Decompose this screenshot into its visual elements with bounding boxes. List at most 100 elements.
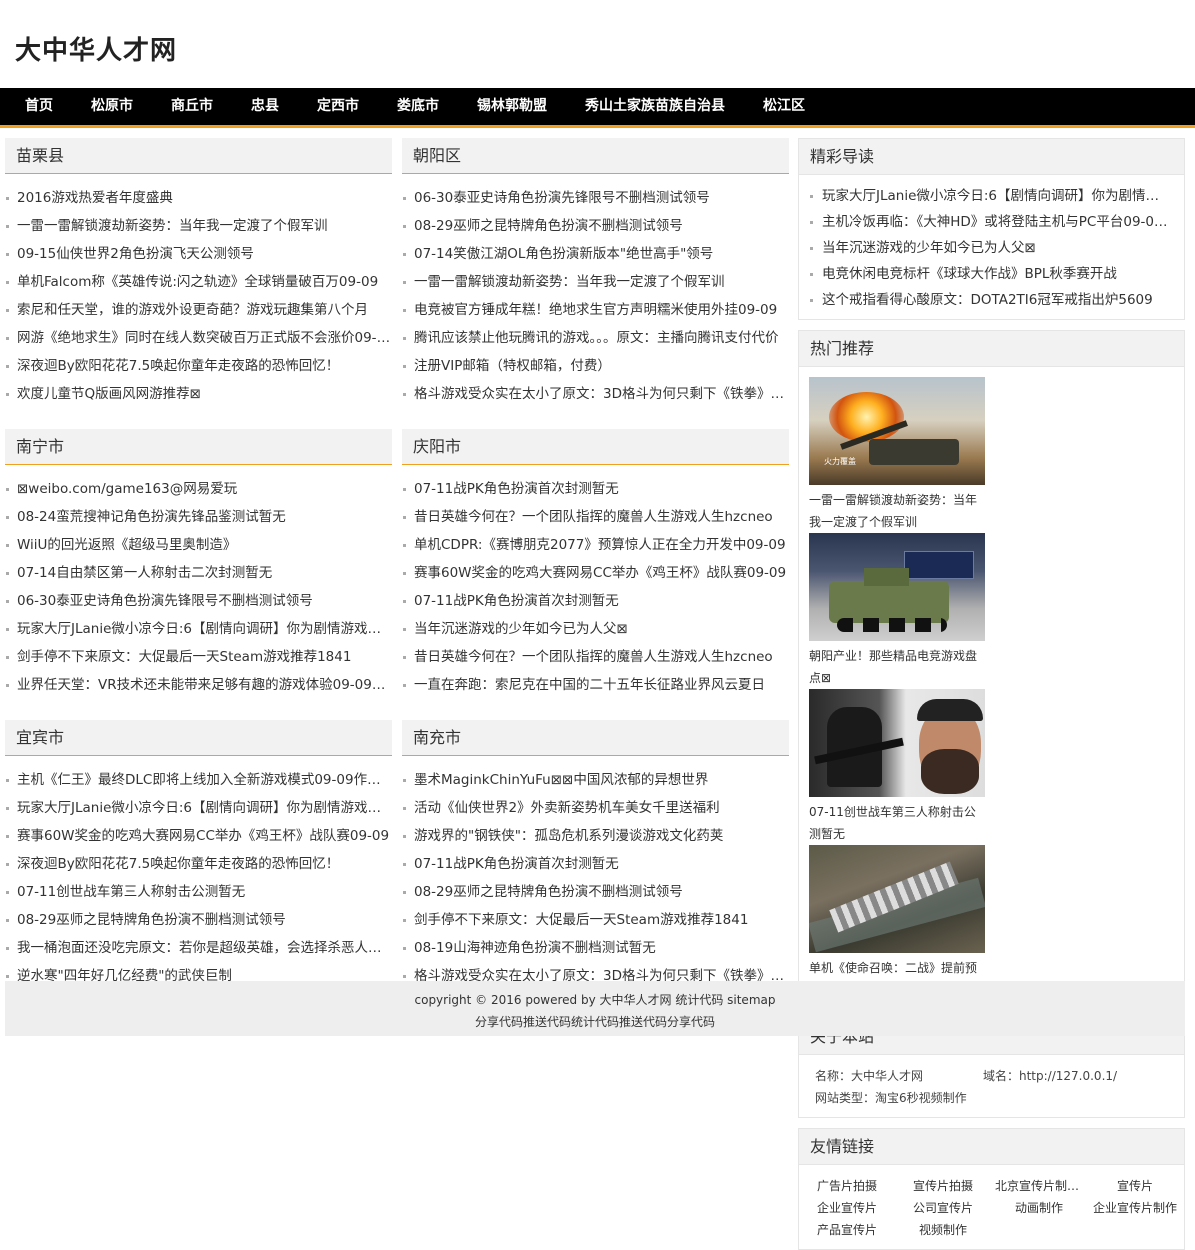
friend-link[interactable]: 视频制作 <box>895 1219 991 1241</box>
news-item[interactable]: 07-14自由禁区第一人称射击二次封测暂无 <box>5 559 392 587</box>
nav-link-shangqiu[interactable]: 商丘市 <box>152 88 232 125</box>
news-item[interactable]: 07-11战PK角色扮演首次封测暂无 <box>402 587 789 615</box>
news-item[interactable]: 07-11战PK角色扮演首次封测暂无 <box>402 850 789 878</box>
friend-link[interactable]: 企业宣传片制作 <box>1087 1197 1183 1219</box>
friend-link[interactable]: 宣传片 <box>1087 1175 1183 1197</box>
section-title[interactable]: 苗栗县 <box>5 138 392 174</box>
armored-vehicle-image[interactable] <box>809 533 985 641</box>
news-item[interactable]: 07-11战PK角色扮演首次封测暂无 <box>402 475 789 503</box>
hot-item[interactable]: 朝阳产业！那些精品电竞游戏盘点⊠ <box>809 533 985 685</box>
nav-link-xilinguole[interactable]: 锡林郭勒盟 <box>458 88 566 125</box>
news-item[interactable]: 索尼和任天堂，谁的游戏外设更奇葩？游戏玩趣集第八个月 <box>5 296 392 324</box>
news-item[interactable]: 注册VIP邮箱（特权邮箱，付费） <box>402 352 789 380</box>
guide-box: 精彩导读 玩家大厅JLanie微小凉今日:6【剧情向调研】你为剧情游戏买单吗 主… <box>798 138 1185 320</box>
artillery-image[interactable]: 火力覆盖 <box>809 377 985 485</box>
soldier-portrait-image[interactable] <box>809 689 985 797</box>
news-item[interactable]: 06-30泰亚史诗角色扮演先锋限号不删档测试领号 <box>5 587 392 615</box>
news-item[interactable]: 一雷一雷解锁渡劫新姿势：当年我一定渡了个假军训 <box>402 268 789 296</box>
section-title[interactable]: 宜宾市 <box>5 720 392 756</box>
news-item[interactable]: 欢度儿童节Q版画风网游推荐⊠ <box>5 380 392 408</box>
news-item[interactable]: WiiU的回光返照《超级马里奥制造》 <box>5 531 392 559</box>
news-item[interactable]: 格斗游戏受众实在太小了原文：3D格斗为何只剩下《铁拳》系列 <box>402 380 789 408</box>
news-item[interactable]: 游戏界的"钢铁侠"：孤岛危机系列漫谈游戏文化药荚 <box>402 822 789 850</box>
box-title: 友情链接 <box>810 1137 875 1156</box>
news-item[interactable]: 活动《仙侠世界2》外卖新姿势机车美女千里送福利 <box>402 794 789 822</box>
news-item[interactable]: 玩家大厅JLanie微小凉今日:6【剧情向调研】你为剧情游戏买单吗 <box>5 615 392 643</box>
news-item[interactable]: 赛事60W奖金的吃鸡大赛网易CC举办《鸡王杯》战队赛09-09 <box>402 559 789 587</box>
news-item[interactable]: 深夜迴By欧阳花花7.5唤起你童年走夜路的恐怖回忆！ <box>5 352 392 380</box>
friend-link[interactable]: 产品宣传片 <box>799 1219 895 1241</box>
news-item[interactable]: 赛事60W奖金的吃鸡大赛网易CC举办《鸡王杯》战队赛09-09 <box>5 822 392 850</box>
news-item[interactable]: 当年沉迷游戏的少年如今已为人父⊠ <box>402 615 789 643</box>
vehicle-body-shape <box>829 581 949 623</box>
bridge-aerial-image[interactable] <box>809 845 985 953</box>
news-list: 墨术MaginkChinYuFu⊠⊠中国风浓郁的异想世界 活动《仙侠世界2》外卖… <box>402 756 789 990</box>
news-item[interactable]: 剑手停不下来原文：大促最后一天Steam游戏推荐1841 <box>5 643 392 671</box>
guide-item[interactable]: 玩家大厅JLanie微小凉今日:6【剧情向调研】你为剧情游戏买单吗 <box>799 183 1184 209</box>
news-item[interactable]: 2016游戏热爱者年度盛典 <box>5 184 392 212</box>
hot-caption[interactable]: 07-11创世战车第三人称射击公测暂无 <box>809 797 985 841</box>
section-header: 苗栗县 <box>5 138 392 174</box>
news-item[interactable]: 单机Falcom称《英雄传说:闪之轨迹》全球销量破百万09-09 <box>5 268 392 296</box>
section-title[interactable]: 南充市 <box>402 720 789 756</box>
friend-link[interactable]: 广告片拍摄 <box>799 1175 895 1197</box>
news-section: 庆阳市 07-11战PK角色扮演首次封测暂无 昔日英雄今何在？一个团队指挥的魔兽… <box>402 429 789 710</box>
friend-link[interactable]: 动画制作 <box>991 1197 1087 1219</box>
news-item[interactable]: 腾讯应该禁止他玩腾讯的游戏。。。原文：主播向腾讯支付代价 <box>402 324 789 352</box>
nav-link-loudi[interactable]: 娄底市 <box>378 88 458 125</box>
nav-link-songyuan[interactable]: 松原市 <box>72 88 152 125</box>
guide-item[interactable]: 这个戒指看得心酸原文：DOTA2TI6冠军戒指出炉5609 <box>799 287 1184 313</box>
news-item[interactable]: 电竞被官方锤成年糕！绝地求生官方声明糯米使用外挂09-09 <box>402 296 789 324</box>
friend-link[interactable]: 企业宣传片 <box>799 1197 895 1219</box>
guide-item[interactable]: 电竞休闲电竞标杆《球球大作战》BPL秋季赛开战 <box>799 261 1184 287</box>
news-item[interactable]: 08-19山海神迹角色扮演不删档测试暂无 <box>402 934 789 962</box>
news-item[interactable]: 08-29巫师之昆特牌角色扮演不删档测试领号 <box>5 906 392 934</box>
news-item[interactable]: 09-15仙侠世界2角色扮演飞天公测领号 <box>5 240 392 268</box>
news-item[interactable]: 玩家大厅JLanie微小凉今日:6【剧情向调研】你为剧情游戏买单吗 <box>5 794 392 822</box>
news-item[interactable]: 墨术MaginkChinYuFu⊠⊠中国风浓郁的异想世界 <box>402 766 789 794</box>
box-header: 热门推荐 <box>799 331 1184 367</box>
news-item[interactable]: 08-29巫师之昆特牌角色扮演不删档测试领号 <box>402 878 789 906</box>
news-item[interactable]: 单机CDPR:《赛博朋克2077》预算惊人正在全力开发中09-09 <box>402 531 789 559</box>
site-title[interactable]: 大中华人才网 <box>15 30 177 67</box>
nav-link-songjiang[interactable]: 松江区 <box>744 88 824 125</box>
guide-item[interactable]: 当年沉迷游戏的少年如今已为人父⊠ <box>799 235 1184 261</box>
hot-caption[interactable]: 朝阳产业！那些精品电竞游戏盘点⊠ <box>809 641 985 685</box>
hot-item[interactable]: 火力覆盖 一雷一雷解锁渡劫新姿势：当年我一定渡了个假军训 <box>809 377 985 529</box>
news-item[interactable]: 07-11创世战车第三人称射击公测暂无 <box>5 878 392 906</box>
nav-link-home[interactable]: 首页 <box>6 88 72 125</box>
news-item[interactable]: 一雷一雷解锁渡劫新姿势：当年我一定渡了个假军训 <box>5 212 392 240</box>
nav-link-xiushan[interactable]: 秀山土家族苗族自治县 <box>566 88 744 125</box>
box-header: 精彩导读 <box>799 139 1184 175</box>
news-item[interactable]: 网游《绝地求生》同时在线人数突破百万正式版不会涨价09-09 <box>5 324 392 352</box>
box-header: 友情链接 <box>799 1129 1184 1165</box>
news-item[interactable]: 08-24蛮荒搜神记角色扮演先锋品鉴测试暂无 <box>5 503 392 531</box>
news-item[interactable]: 昔日英雄今何在？一个团队指挥的魔兽人生游戏人生hzcneo <box>402 643 789 671</box>
friend-link[interactable]: 北京宣传片制作公司 <box>991 1175 1087 1197</box>
news-section: 宜宾市 主机《仁王》最终DLC即将上线加入全新游戏模式09-09作者：小米 玩家… <box>5 720 392 1001</box>
news-item[interactable]: 一直在奔跑：索尼克在中国的二十五年长征路业界风云夏日 <box>402 671 789 699</box>
hot-item[interactable]: 单机《使命召唤：二战》提前预购可解锁一款枪械09-09作者：小米 <box>809 845 985 997</box>
guide-item[interactable]: 主机冷饭再临：《大神HD》或将登陆主机与PC平台09-09作者 <box>799 209 1184 235</box>
footer-links[interactable]: 分享代码推送代码统计代码推送代码分享代码 <box>5 1011 1185 1033</box>
nav-link-zhongxian[interactable]: 忠县 <box>232 88 298 125</box>
section-title[interactable]: 南宁市 <box>5 429 392 465</box>
news-list: 07-11战PK角色扮演首次封测暂无 昔日英雄今何在？一个团队指挥的魔兽人生游戏… <box>402 465 789 699</box>
nav-link-dingxi[interactable]: 定西市 <box>298 88 378 125</box>
news-item[interactable]: 主机《仁王》最终DLC即将上线加入全新游戏模式09-09作者：小米 <box>5 766 392 794</box>
section-title[interactable]: 庆阳市 <box>402 429 789 465</box>
hot-caption[interactable]: 一雷一雷解锁渡劫新姿势：当年我一定渡了个假军训 <box>809 485 985 529</box>
news-item[interactable]: 剑手停不下来原文：大促最后一天Steam游戏推荐1841 <box>402 906 789 934</box>
news-item[interactable]: 昔日英雄今何在？一个团队指挥的魔兽人生游戏人生hzcneo <box>402 503 789 531</box>
news-item[interactable]: 业界任天堂：VR技术还未能带来足够有趣的游戏体验09-09作者 <box>5 671 392 699</box>
hot-item[interactable]: 07-11创世战车第三人称射击公测暂无 <box>809 689 985 841</box>
news-item[interactable]: 我一桶泡面还没吃完原文：若你是超级英雄，会选择杀恶人救世吗 <box>5 934 392 962</box>
friend-link[interactable]: 宣传片拍摄 <box>895 1175 991 1197</box>
news-item[interactable]: 深夜迴By欧阳花花7.5唤起你童年走夜路的恐怖回忆！ <box>5 850 392 878</box>
news-item[interactable]: 06-30泰亚史诗角色扮演先锋限号不删档测试领号 <box>402 184 789 212</box>
section-title[interactable]: 朝阳区 <box>402 138 789 174</box>
news-item[interactable]: 07-14笑傲江湖OL角色扮演新版本"绝世高手"领号 <box>402 240 789 268</box>
news-item[interactable]: ⊠weibo.com/game163@网易爱玩 <box>5 475 392 503</box>
friend-link[interactable]: 公司宣传片 <box>895 1197 991 1219</box>
news-item[interactable]: 08-29巫师之昆特牌角色扮演不删档测试领号 <box>402 212 789 240</box>
